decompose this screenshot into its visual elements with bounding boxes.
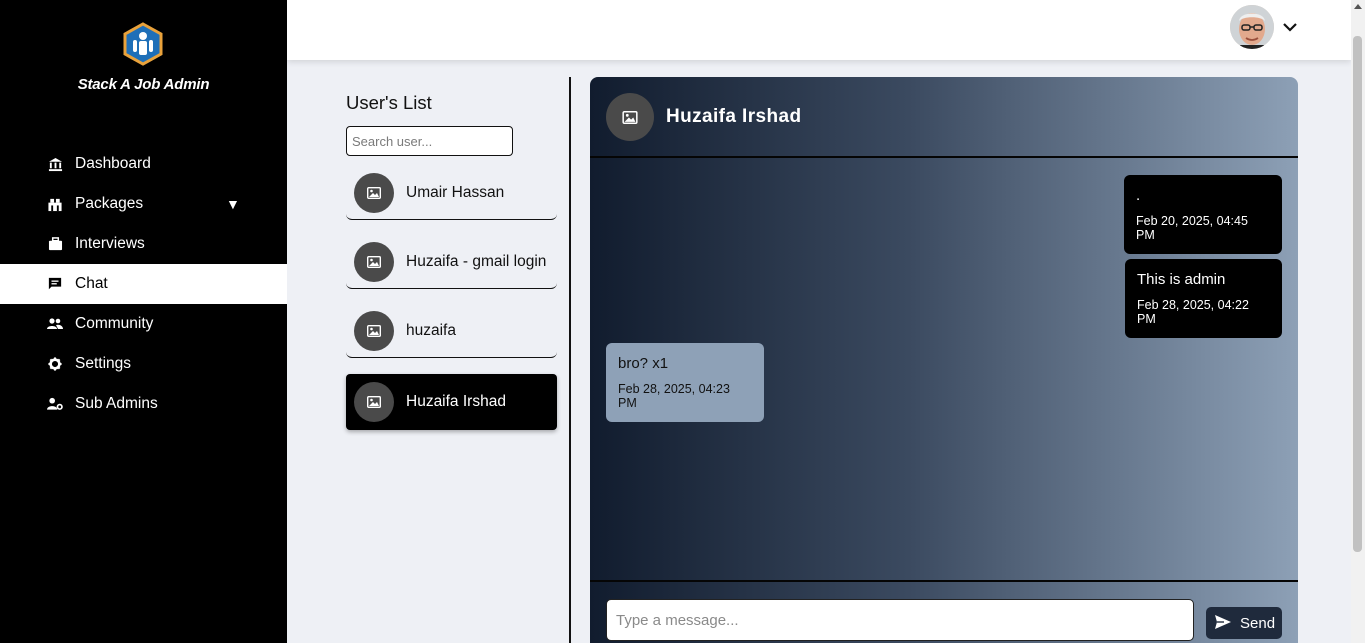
message-text: bro? x1 xyxy=(618,355,669,372)
user-list: Umair Hassan Huzaifa - gmail login huzai… xyxy=(346,167,557,446)
sidebar-item-interviews[interactable]: Interviews xyxy=(0,224,287,264)
scrollbar-thumb[interactable] xyxy=(1353,36,1362,552)
users-icon xyxy=(47,316,63,332)
sidebar-item-label: Settings xyxy=(75,355,132,372)
sidebar-item-label: Dashboard xyxy=(75,155,151,172)
user-list-item[interactable]: huzaifa xyxy=(346,305,557,358)
image-placeholder-icon xyxy=(354,173,394,213)
brand-name: Stack A Job Admin xyxy=(77,76,210,93)
sidebar-item-packages[interactable]: Packages ▼ xyxy=(0,184,287,224)
message-bubble-outgoing: . Feb 20, 2025, 04:45 PM xyxy=(1124,175,1282,254)
caret-down-icon[interactable]: ▼ xyxy=(226,196,240,212)
chat-contact-name: Huzaifa Irshad xyxy=(666,106,802,127)
page-scrollbar[interactable] xyxy=(1351,0,1365,643)
chevron-down-icon[interactable] xyxy=(1282,19,1298,35)
briefcase-icon xyxy=(47,236,63,252)
user-list-item[interactable]: Umair Hassan xyxy=(346,167,557,220)
user-name: huzaifa xyxy=(406,322,456,339)
sidebar-item-settings[interactable]: Settings xyxy=(0,344,287,384)
image-placeholder-icon xyxy=(606,93,654,141)
message-text: This is admin xyxy=(1137,271,1226,288)
sidebar-item-label: Packages xyxy=(75,195,144,212)
message-bubble-outgoing: This is admin Feb 28, 2025, 04:22 PM xyxy=(1125,259,1282,338)
sidebar-item-label: Sub Admins xyxy=(75,395,158,412)
chat-header: Huzaifa Irshad xyxy=(590,77,1298,158)
packages-icon xyxy=(47,196,63,212)
user-name: Huzaifa Irshad xyxy=(406,393,506,410)
sidebar-item-dashboard[interactable]: Dashboard xyxy=(0,144,287,184)
image-placeholder-icon xyxy=(354,382,394,422)
image-placeholder-icon xyxy=(354,242,394,282)
sidebar-item-label: Interviews xyxy=(75,235,145,252)
sidebar-item-label: Chat xyxy=(75,275,108,292)
user-gear-icon xyxy=(47,396,63,412)
users-list-title: User's List xyxy=(346,92,432,113)
user-name: Umair Hassan xyxy=(406,184,505,201)
user-name: Huzaifa - gmail login xyxy=(406,253,547,270)
brand-logo-icon xyxy=(122,22,164,66)
panel-divider xyxy=(569,77,571,643)
message-time: Feb 28, 2025, 04:22 PM xyxy=(1137,298,1249,326)
sidebar-item-label: Community xyxy=(75,315,154,332)
message-composer: Send xyxy=(590,580,1298,643)
image-placeholder-icon xyxy=(354,311,394,351)
sidebar-item-chat[interactable]: Chat xyxy=(0,264,287,304)
user-avatar[interactable] xyxy=(1230,5,1274,49)
sidebar: Stack A Job Admin Dashboard Packages ▼ I… xyxy=(0,0,287,643)
user-list-item[interactable]: Huzaifa - gmail login xyxy=(346,236,557,289)
sidebar-item-sub-admins[interactable]: Sub Admins xyxy=(0,384,287,424)
message-time: Feb 20, 2025, 04:45 PM xyxy=(1136,214,1248,242)
top-header xyxy=(287,0,1351,60)
scroll-up-arrow-icon[interactable] xyxy=(1354,4,1362,9)
send-button[interactable]: Send xyxy=(1206,607,1282,639)
bank-icon xyxy=(47,156,63,172)
message-time: Feb 28, 2025, 04:23 PM xyxy=(618,382,730,410)
sidebar-nav: Dashboard Packages ▼ Interviews Chat Com… xyxy=(0,144,287,424)
send-icon xyxy=(1214,614,1232,632)
users-panel: User's List Umair Hassan Huzaifa - gmail… xyxy=(346,92,557,430)
chat-icon xyxy=(47,276,63,292)
message-bubble-incoming: bro? x1 Feb 28, 2025, 04:23 PM xyxy=(606,343,764,422)
message-list: . Feb 20, 2025, 04:45 PM This is admin F… xyxy=(590,160,1298,580)
message-text: . xyxy=(1136,187,1141,204)
gear-icon xyxy=(47,356,63,372)
user-list-item-selected[interactable]: Huzaifa Irshad xyxy=(346,374,557,430)
sidebar-item-community[interactable]: Community xyxy=(0,304,287,344)
search-user-input[interactable] xyxy=(346,126,513,156)
send-button-label: Send xyxy=(1240,614,1276,632)
message-input[interactable] xyxy=(606,599,1194,641)
chat-panel: Huzaifa Irshad . Feb 20, 2025, 04:45 PM … xyxy=(590,77,1298,643)
